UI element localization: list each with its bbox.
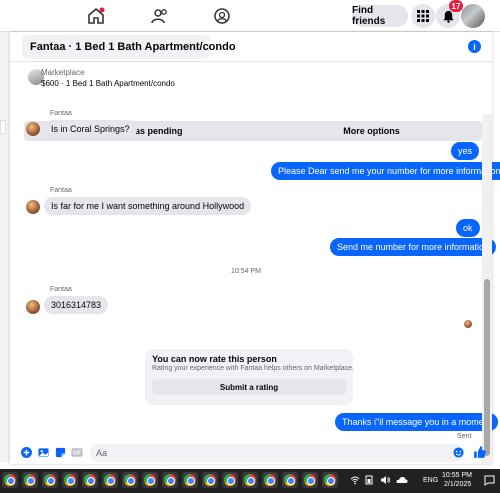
notification-center-icon[interactable] bbox=[484, 475, 495, 486]
taskbar-chrome-app[interactable] bbox=[322, 472, 338, 488]
contact-avatar[interactable] bbox=[26, 122, 40, 136]
message-outgoing: yes bbox=[451, 142, 480, 160]
chrome-icon bbox=[204, 474, 216, 486]
menu-grid-button[interactable] bbox=[411, 4, 435, 28]
chrome-icon bbox=[64, 474, 76, 486]
plus-icon[interactable] bbox=[21, 447, 32, 458]
message-incoming: Is far for me I want something around Ho… bbox=[44, 197, 252, 215]
chrome-icon bbox=[24, 474, 36, 486]
chrome-icon bbox=[284, 474, 296, 486]
sender-name: Fantaa bbox=[50, 187, 72, 194]
marketplace-listing-panel: Marketplace $600 · 1 Bed 1 Bath Apartmen… bbox=[10, 63, 492, 141]
rate-title: You can now rate this person bbox=[152, 354, 277, 364]
sender-name: Fantaa bbox=[50, 110, 72, 116]
message-input[interactable]: Aa bbox=[90, 444, 464, 462]
chrome-icon bbox=[104, 474, 116, 486]
home-icon[interactable] bbox=[86, 6, 106, 26]
chrome-icon bbox=[4, 474, 16, 486]
message-outgoing: Thanks i"il message you in a moment bbox=[335, 413, 499, 431]
chrome-icon bbox=[164, 474, 176, 486]
chat-title: Fantaa · 1 Bed 1 Bath Apartment/condo bbox=[30, 41, 236, 53]
chrome-icon bbox=[44, 474, 56, 486]
chrome-icon bbox=[184, 474, 196, 486]
taskbar-chrome-app[interactable] bbox=[142, 472, 158, 488]
sticker-icon[interactable] bbox=[55, 447, 66, 458]
taskbar-chrome-app[interactable] bbox=[122, 472, 138, 488]
taskbar-chrome-app[interactable] bbox=[242, 472, 258, 488]
message-incoming: Is in Coral Springs? bbox=[44, 120, 137, 138]
taskbar-chrome-app[interactable] bbox=[102, 472, 118, 488]
info-icon[interactable]: i bbox=[468, 40, 481, 53]
friends-icon[interactable] bbox=[150, 6, 170, 26]
contact-avatar[interactable] bbox=[26, 300, 40, 314]
contact-avatar[interactable] bbox=[26, 200, 40, 214]
taskbar-chrome-app[interactable] bbox=[202, 472, 218, 488]
message-outgoing: Send me number for more information bbox=[330, 238, 497, 256]
like-icon[interactable] bbox=[473, 445, 486, 459]
chat-window: Fantaa · 1 Bed 1 Bath Apartment/condo i … bbox=[10, 32, 500, 464]
message-composer: GIF Aa bbox=[10, 442, 492, 464]
scrollbar-thumb[interactable] bbox=[484, 279, 490, 456]
taskbar-chrome-app[interactable] bbox=[22, 472, 38, 488]
taskbar-chrome-app[interactable] bbox=[42, 472, 58, 488]
emoji-icon[interactable] bbox=[453, 447, 464, 458]
chrome-icon bbox=[244, 474, 256, 486]
taskbar-chrome-app[interactable] bbox=[162, 472, 178, 488]
read-receipt-avatar bbox=[464, 320, 472, 328]
page-background-left bbox=[0, 32, 10, 462]
chrome-icon bbox=[304, 474, 316, 486]
input-language[interactable]: ENG bbox=[423, 477, 438, 484]
chat-scrollbar[interactable] bbox=[482, 114, 492, 464]
chrome-icon bbox=[124, 474, 136, 486]
collapsed-panel-tab[interactable] bbox=[0, 120, 6, 134]
notification-badge: 17 bbox=[449, 0, 463, 12]
taskbar-chrome-app[interactable] bbox=[182, 472, 198, 488]
groups-icon[interactable] bbox=[212, 6, 232, 26]
chrome-icon bbox=[224, 474, 236, 486]
listing-summary[interactable]: $600 · 1 Bed 1 Bath Apartment/condo bbox=[41, 79, 175, 88]
message-outgoing: Please Dear send me your number for more… bbox=[271, 162, 500, 180]
svg-text:GIF: GIF bbox=[73, 451, 82, 457]
taskbar-chrome-app[interactable] bbox=[222, 472, 238, 488]
submit-rating-button[interactable]: Submit a rating bbox=[152, 379, 346, 395]
chrome-icon bbox=[324, 474, 336, 486]
more-options-button[interactable]: More options bbox=[261, 121, 482, 141]
find-friends-button[interactable]: Find friends bbox=[352, 5, 408, 27]
os-taskbar: ENG 10:55 PM 2/1/2025 bbox=[0, 469, 500, 493]
battery-icon[interactable] bbox=[365, 475, 375, 485]
taskbar-chrome-app[interactable] bbox=[302, 472, 318, 488]
chrome-icon bbox=[84, 474, 96, 486]
message-incoming: 3016314783 bbox=[44, 296, 109, 314]
chrome-icon bbox=[264, 474, 276, 486]
profile-avatar[interactable] bbox=[461, 4, 485, 28]
taskbar-chrome-app[interactable] bbox=[62, 472, 78, 488]
chrome-icon bbox=[144, 474, 156, 486]
timestamp: 10:54 PM bbox=[231, 268, 261, 275]
grid-menu-icon bbox=[417, 10, 429, 22]
sent-status: Sent bbox=[457, 433, 472, 440]
rate-subtitle: Rating your experience with Fantaa helps… bbox=[152, 365, 354, 372]
top-navigation-bar: Find friends 17 bbox=[0, 0, 500, 32]
onedrive-icon[interactable] bbox=[396, 475, 408, 485]
sender-name: Fantaa bbox=[50, 286, 72, 293]
taskbar-chrome-app[interactable] bbox=[262, 472, 278, 488]
clock-time[interactable]: 10:55 PM bbox=[442, 472, 472, 479]
gif-icon[interactable]: GIF bbox=[71, 447, 83, 458]
rate-person-card: You can now rate this person Rating your… bbox=[145, 349, 354, 405]
taskbar-chrome-app[interactable] bbox=[2, 472, 18, 488]
photo-icon[interactable] bbox=[38, 447, 49, 458]
chat-header: Fantaa · 1 Bed 1 Bath Apartment/condo i bbox=[10, 32, 492, 62]
message-outgoing: ok bbox=[456, 219, 480, 237]
taskbar-chrome-app[interactable] bbox=[282, 472, 298, 488]
taskbar-chrome-app[interactable] bbox=[82, 472, 98, 488]
wifi-icon[interactable] bbox=[350, 475, 360, 485]
volume-icon[interactable] bbox=[380, 475, 391, 485]
clock-date[interactable]: 2/1/2025 bbox=[444, 481, 471, 488]
marketplace-label: Marketplace bbox=[41, 68, 85, 77]
chat-title-button[interactable]: Fantaa · 1 Bed 1 Bath Apartment/condo bbox=[22, 35, 236, 59]
